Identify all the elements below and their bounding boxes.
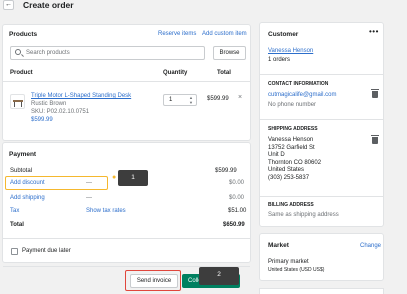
divider xyxy=(260,74,383,75)
show-tax-rates-link[interactable]: Show tax rates xyxy=(86,208,126,214)
divider xyxy=(260,196,383,197)
change-market-link[interactable]: Change xyxy=(360,243,381,249)
total-label: Total xyxy=(10,222,24,228)
products-card xyxy=(2,24,251,141)
address-line: Vanessa Henson xyxy=(268,137,314,143)
shipping-dash: — xyxy=(86,195,92,201)
browse-button[interactable]: Browse xyxy=(213,46,246,60)
discount-value: $0.00 xyxy=(229,180,245,186)
page-title: Create order xyxy=(23,0,74,10)
tax-link[interactable]: Tax xyxy=(10,208,19,214)
col-total: Total xyxy=(217,70,231,76)
search-icon xyxy=(15,49,21,55)
shipping-address: Vanessa Henson 13752 Garfield St Unit D … xyxy=(268,137,321,183)
edit-shipping-icon[interactable] xyxy=(371,135,379,144)
edit-contact-icon[interactable] xyxy=(371,89,379,98)
product-name-link[interactable]: Triple Motor L-Shaped Standing Desk xyxy=(31,93,131,99)
callout-2: 2 xyxy=(199,267,239,285)
total-value: $650.99 xyxy=(223,222,245,228)
payment-due-later-label: Payment due later xyxy=(22,248,71,254)
market-currency: United States (USD US$) xyxy=(268,267,325,273)
products-heading: Products xyxy=(9,31,38,38)
callout-pointer-icon: ● xyxy=(112,174,117,181)
payment-due-later-checkbox[interactable] xyxy=(11,248,18,255)
customer-orders: 1 orders xyxy=(268,57,291,63)
tax-value: $51.00 xyxy=(228,208,247,214)
quantity-value: 1 xyxy=(169,97,173,103)
contact-heading: CONTACT INFORMATION xyxy=(268,81,329,87)
send-invoice-button[interactable]: Send invoice xyxy=(130,274,178,288)
stepper-arrows-icon[interactable]: ▲ ▼ xyxy=(189,95,193,105)
discount-dash: — xyxy=(86,180,92,186)
back-arrow-icon[interactable]: ← xyxy=(3,0,14,10)
line-total: $599.99 xyxy=(207,96,229,102)
divider xyxy=(3,238,250,239)
address-line: Unit D xyxy=(268,152,285,159)
shipping-value: $0.00 xyxy=(229,195,245,201)
address-line: United States xyxy=(268,167,305,174)
payment-heading: Payment xyxy=(9,151,37,158)
customer-phone: No phone number xyxy=(268,102,317,108)
add-custom-item-link[interactable]: Add custom item xyxy=(202,31,247,37)
add-discount-link[interactable]: Add discount xyxy=(10,180,45,186)
subtotal-value: $599.99 xyxy=(215,168,237,174)
subtotal-label: Subtotal xyxy=(10,168,33,174)
market-heading: Market xyxy=(268,242,289,249)
search-placeholder: Search products xyxy=(26,50,70,56)
address-line: 13752 Garfield St xyxy=(268,144,315,151)
col-quantity: Quantity xyxy=(163,70,188,76)
next-card-edge xyxy=(259,288,384,294)
more-actions-icon[interactable]: ••• xyxy=(369,28,379,36)
primary-market: Primary market xyxy=(268,259,309,265)
product-thumbnail xyxy=(10,94,25,109)
customer-email[interactable]: cutmagicalife@gmail.com xyxy=(268,92,336,98)
billing-text: Same as shipping address xyxy=(268,212,339,218)
market-card xyxy=(259,233,384,281)
product-variant: Rustic Brown xyxy=(31,101,67,107)
divider xyxy=(3,81,250,82)
callout-1: 1 xyxy=(118,170,148,186)
customer-name-link[interactable]: Vanessa Henson xyxy=(268,48,313,54)
col-product: Product xyxy=(10,70,33,76)
divider xyxy=(260,119,383,120)
shipping-heading: SHIPPING ADDRESS xyxy=(268,126,318,132)
quantity-stepper[interactable]: 1 ▲ ▼ xyxy=(163,94,197,106)
reserve-items-link[interactable]: Reserve items xyxy=(158,31,196,37)
payment-card xyxy=(2,142,251,263)
address-line: (303) 253-5837 xyxy=(268,174,310,181)
search-input[interactable]: Search products xyxy=(10,46,205,60)
product-price: $599.99 xyxy=(31,117,53,123)
product-sku: SKU: P02.02.10.0751 xyxy=(31,109,90,115)
billing-heading: BILLING ADDRESS xyxy=(268,202,314,208)
customer-heading: Customer xyxy=(268,31,299,38)
remove-item-icon[interactable]: × xyxy=(238,94,242,101)
address-line: Thornton CO 80602 xyxy=(268,159,322,166)
add-shipping-link[interactable]: Add shipping xyxy=(10,195,45,201)
